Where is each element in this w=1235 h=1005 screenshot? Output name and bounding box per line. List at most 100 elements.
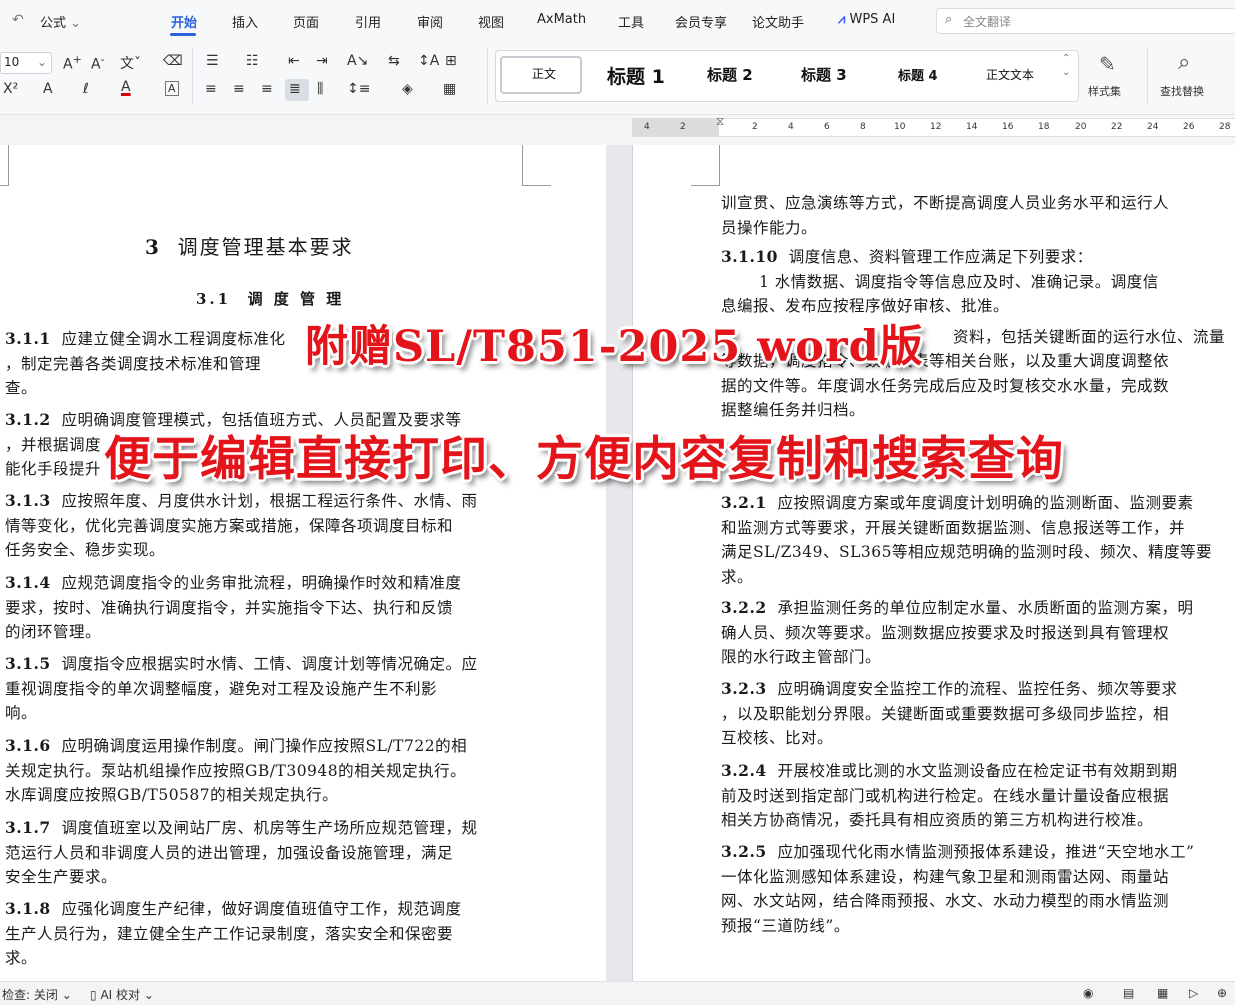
ruler-tick: 8 [860,122,866,132]
shading-icon[interactable]: ◈ [402,81,413,97]
style-heading-1[interactable]: 标题 1 [607,62,665,89]
chevron-down-icon: ⌄ [70,16,82,31]
sort-icon[interactable]: ↕A [418,53,439,69]
chevron-down-icon: ⌄ [143,988,154,1002]
clear-format-icon[interactable]: ⌫ [163,53,183,69]
text-direction-icon[interactable]: ⇆ [388,53,400,69]
clause-3-1-7: 3.1.7 调度值班室以及闸站厂房、机房等生产场所应规范管理，规 范运行人员和非… [5,818,478,886]
style-normal[interactable]: 正文 [532,65,556,82]
horizontal-ruler[interactable]: 4 2 ⧖ 2 4 6 8 10 12 14 16 18 20 22 24 26… [632,114,1235,137]
search-icon: ⌕ [945,12,953,27]
align-center-icon[interactable]: ≡ [233,81,245,97]
continued-paragraph: 训宣贯、应急演练等方式，不断提高调度人员业务水平和运行人 员操作能力。 [721,194,1170,237]
tab-member[interactable]: 会员专享 [675,12,727,31]
font-size-select[interactable]: 10 ⌄ [0,52,52,74]
section-heading: 3.1 调 度 管 理 [196,290,345,308]
chevron-down-icon: ⌄ [37,55,48,69]
status-bar: 检查: 关闭 ⌄ ▯ AI 校对 ⌄ ◉ ▤ ▦ ▷ ⊕ [0,981,1235,1005]
chevron-down-icon: ⌄ [61,988,72,1002]
ruler-tick: 20 [1075,122,1087,132]
clause-3-1-1: 3.1.1 应建立健全调水工程调度标准化 ，制定完善各类调度技术标准和管理 查。 [5,329,286,397]
ai-check-icon: ▯ [90,988,97,1002]
ruler-tick: 26 [1183,122,1195,132]
highlight-icon[interactable]: ℓ [83,81,89,97]
style-body-text[interactable]: 正文文本 [986,66,1034,83]
styles-scroll-up-icon[interactable]: ⌃ [1062,53,1070,64]
styles-gallery: 正文 标题 1 标题 2 标题 3 标题 4 正文文本 ⌃ ⌄ [495,50,1079,102]
web-view-icon[interactable]: ⊕ [1217,986,1227,1000]
document-page-right[interactable]: 训宣贯、应急演练等方式，不断提高调度人员业务水平和运行人 员操作能力。 3.1.… [632,145,1235,981]
pinyin-guide-icon[interactable]: 文ˇ [120,53,141,73]
clause-3-2-3: 3.2.3 应明确调度安全监控工作的流程、监控任务、频次等要求 ，以及职能划分界… [721,679,1178,747]
promo-overlay-line-2: 便于编辑直接打印、方便内容复制和搜索查询 [104,432,1064,487]
tab-tools[interactable]: 工具 [618,12,644,31]
tab-view[interactable]: 视图 [478,12,504,31]
outline-view-icon[interactable]: ▦ [1157,986,1168,1000]
page-view-icon[interactable]: ▤ [1123,986,1134,1000]
tab-references[interactable]: 引用 [355,12,381,31]
distribute-icon[interactable]: ⫼ [317,81,323,97]
increase-indent-icon[interactable]: ⇥ [316,53,328,69]
ruler-tick: 2 [680,122,686,132]
font-color-icon[interactable]: A [121,79,131,95]
ruler-tick: 18 [1038,122,1050,132]
document-page-left[interactable]: 3 调度管理基本要求 3.1 调 度 管 理 3.1.1 应建立健全调水工程调度… [0,145,606,981]
indent-marker-icon[interactable]: ⧖ [716,114,724,129]
chapter-heading: 3 调度管理基本要求 [145,235,354,259]
ruler-tick: 24 [1147,122,1159,132]
find-replace-label[interactable]: 查找替换 [1160,83,1204,99]
borders-icon[interactable]: ▦ [443,81,456,97]
char-border-icon[interactable]: A [165,81,179,96]
ruler-tick: 16 [1002,122,1014,132]
decrease-font-icon[interactable]: A- [91,53,105,73]
styles-scroll-down-icon[interactable]: ⌄ [1062,67,1070,78]
justify-icon[interactable]: ≣ [289,81,301,97]
align-left-icon[interactable]: ≡ [205,81,217,97]
clause-3-2-2: 3.2.2 承担监测任务的单位应制定水量、水质断面的监测方案，明 确人员、频次等… [721,598,1194,666]
tab-insert[interactable]: 插入 [232,12,258,31]
ruler-tick: 12 [930,122,942,132]
wps-ai-button[interactable]: ⩘ WPS AI [838,12,895,27]
equation-style-dropdown[interactable]: 公式 ⌄ [40,12,81,31]
ruler-tick: 22 [1111,122,1123,132]
clause-3-1-4: 3.1.4 应规范调度指令的业务审批流程，明确操作时效和精准度 要求，按时、准确… [5,573,462,641]
numbered-list-icon[interactable]: ☷ [246,53,259,69]
superscript-icon[interactable]: X² [3,81,18,97]
page-gap [606,145,632,981]
ai-check-button[interactable]: ▯ AI 校对 ⌄ [90,986,154,1003]
style-heading-3[interactable]: 标题 3 [801,64,847,85]
clause-3-1-8: 3.1.8 应强化调度生产纪律，做好调度值班值守工作，规范调度 生产人员行为，建… [5,899,462,967]
bullet-list-icon[interactable]: ☰ [206,53,219,69]
tab-review[interactable]: 审阅 [417,12,443,31]
line-spacing-icon[interactable]: ↕≡ [347,81,370,97]
style-heading-4[interactable]: 标题 4 [898,65,938,84]
eye-protection-icon[interactable]: ◉ [1083,986,1093,1000]
show-marks-icon[interactable]: ⊞ [445,53,457,69]
clause-3-2-4: 3.2.4 开展校准或比测的水文监测设备应在检定证书有效期到期 前及时送到指定部… [721,761,1178,829]
find-icon[interactable]: ⌕ [1178,50,1190,75]
spell-check-status[interactable]: 检查: 关闭 ⌄ [2,986,72,1003]
undo-icon[interactable]: ↶ [12,12,24,28]
ruler-tick: 4 [788,122,794,132]
style-set-icon[interactable]: ✎ [1099,52,1116,76]
active-tab-indicator [170,33,196,36]
chinese-layout-icon[interactable]: A↘ [347,53,368,69]
decrease-indent-icon[interactable]: ⇤ [288,53,300,69]
ruler-tick: 10 [894,122,906,132]
tab-thesis-assistant[interactable]: 论文助手 [752,12,804,31]
align-right-icon[interactable]: ≡ [261,81,273,97]
menu-bar: ↶ 公式 ⌄ 开始 插入 页面 引用 审阅 视图 AxMath 工具 会员专享 … [0,0,1235,40]
play-icon[interactable]: ▷ [1189,986,1198,1000]
ruler-tick: 2 [752,122,758,132]
clause-3-1-6: 3.1.6 应明确调度运用操作制度。闸门操作应按照SL/T722的相 关规定执行… [5,736,468,804]
wps-ai-icon: ⩘ [838,12,846,27]
style-heading-2[interactable]: 标题 2 [707,64,753,85]
tab-axmath[interactable]: AxMath [537,12,586,27]
search-input[interactable]: ⌕ 全文翻译 [936,8,1235,34]
text-effect-icon[interactable]: A [43,81,53,97]
increase-font-icon[interactable]: A+ [63,53,82,73]
tab-page[interactable]: 页面 [293,12,319,31]
tab-home[interactable]: 开始 [171,12,197,31]
ruler-tick: 14 [966,122,978,132]
styles-set-label[interactable]: 样式集 [1088,83,1121,99]
